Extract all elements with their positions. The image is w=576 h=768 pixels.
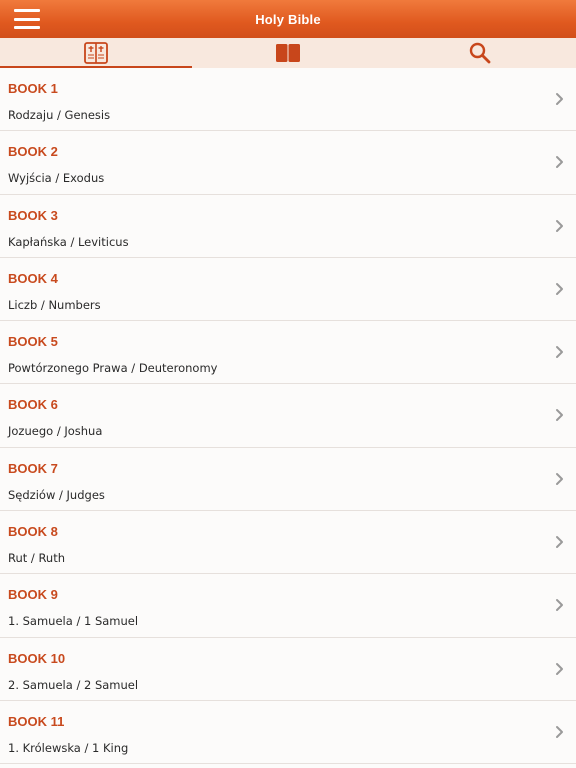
list-item[interactable]: BOOK 2 Wyjścia / Exodus [0,131,576,195]
book-name: Liczb / Numbers [8,297,101,312]
chevron-right-icon [556,599,563,612]
book-number: BOOK 4 [8,270,58,286]
book-number: BOOK 1 [8,81,58,96]
list-item[interactable]: BOOK 7 Sędziów / Judges [0,447,576,512]
book-number: BOOK 3 [8,207,58,223]
tab-reading[interactable] [192,38,384,68]
list-item[interactable]: BOOK 11 1. Królewska / 1 King [0,700,576,765]
list-item[interactable]: BOOK 8 Rut / Ruth [0,511,576,575]
chevron-right-icon [556,156,563,169]
app-header: Holy Bible [0,0,576,38]
list-item[interactable]: BOOK 4 Liczb / Numbers [0,257,576,322]
chevron-right-icon [556,472,563,485]
book-list: BOOK 1 Rodzaju / Genesis BOOK 2 Wyjścia / E… [0,68,576,768]
chevron-right-icon [556,725,563,738]
list-item[interactable]: BOOK 6 Jozuego / Joshua [0,384,576,448]
book-number: BOOK 7 [8,460,58,476]
book-name: Rut / Ruth [8,551,66,566]
menu-button[interactable] [14,9,40,29]
book-name: Jozuego / Joshua [8,424,103,439]
tab-books[interactable] [0,38,192,68]
book-name: Wyjścia / Exodus [8,171,105,186]
list-item[interactable]: BOOK 3 Kapłańska / Leviticus [0,194,576,258]
chevron-right-icon [556,662,563,675]
book-number: BOOK 5 [8,334,58,350]
book-number: BOOK 6 [8,397,58,413]
book-name: 1. Królewska / 1 King [8,740,129,755]
list-item[interactable]: BOOK 5 Powtórzonego Prawa / Deuteronomy [0,321,576,385]
page-title: Holy Bible [255,11,321,27]
book-number: BOOK 2 [8,144,58,160]
tab-bar [0,38,576,68]
menu-icon-bar [14,17,40,21]
list-item[interactable]: BOOK 9 1. Samuela / 1 Samuel [0,574,576,638]
chevron-right-icon [556,409,563,422]
bible-book-icon [84,42,108,64]
list-item[interactable]: BOOK 10 2. Samuela / 2 Samuel [0,637,576,701]
chevron-right-icon [556,346,563,359]
book-name: Powtórzonego Prawa / Deuteronomy [8,361,218,376]
open-book-icon [276,44,300,62]
search-icon [469,42,491,64]
book-number: BOOK 11 [8,713,65,729]
chevron-right-icon [556,536,563,549]
chevron-right-icon [556,282,563,295]
book-name: 1. Samuela / 1 Samuel [8,614,139,629]
book-number: BOOK 8 [8,524,58,540]
tab-search[interactable] [384,38,576,68]
book-name: Rodzaju / Genesis [8,108,111,122]
chevron-right-icon [556,93,563,105]
book-name: Sędziów / Judges [8,487,105,502]
chevron-right-icon [556,219,563,232]
menu-icon-bar [14,9,40,12]
book-number: BOOK 10 [8,650,66,666]
list-item[interactable]: BOOK 1 Rodzaju / Genesis [0,68,576,132]
book-name: 2. Samuela / 2 Samuel [8,677,139,692]
book-number: BOOK 9 [8,587,58,603]
menu-icon-bar [14,26,40,29]
book-name: Kapłańska / Leviticus [8,234,129,249]
